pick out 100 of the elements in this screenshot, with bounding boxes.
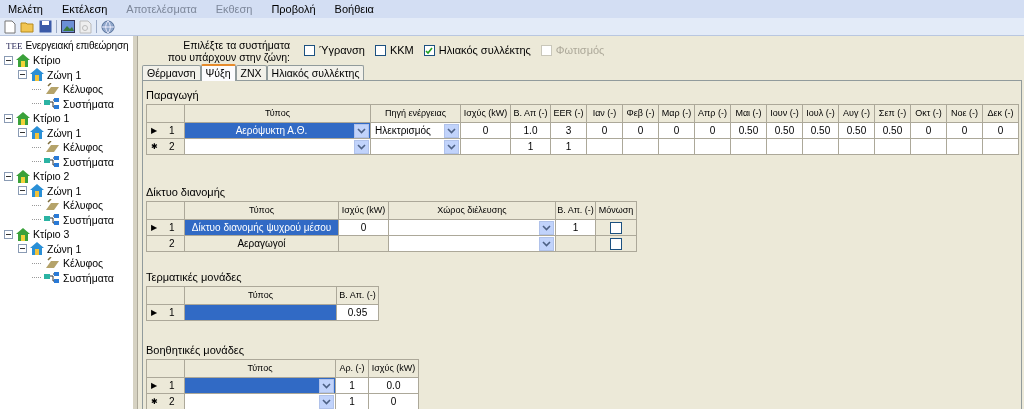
column-header[interactable]: Αρ. (-) [336, 360, 369, 378]
column-header[interactable]: EER (-) [551, 105, 587, 123]
column-header[interactable]: Χώρος διέλευσης [389, 202, 556, 220]
column-header[interactable]: Ιουν (-) [767, 105, 803, 123]
table-cell[interactable]: 0 [623, 123, 659, 139]
tree-item[interactable]: Ζώνη 1 [47, 185, 82, 196]
column-header[interactable]: Τύπος [185, 287, 337, 305]
table-cell[interactable]: 0.50 [803, 123, 839, 139]
table-cell[interactable]: 0.0 [369, 378, 419, 394]
table-cell[interactable]: 0.50 [767, 123, 803, 139]
column-header[interactable]: Ισχύς (kW) [339, 202, 389, 220]
table-cell[interactable]: 1 [556, 220, 596, 236]
table-cell[interactable]: 0.50 [875, 123, 911, 139]
column-header[interactable]: Απρ (-) [695, 105, 731, 123]
collapse-icon[interactable] [4, 229, 13, 239]
tree-item[interactable]: Ζώνη 1 [47, 69, 82, 80]
table-cell[interactable]: Αεραγωγοί [185, 236, 339, 252]
column-header[interactable]: Τύπος [185, 105, 371, 123]
table-cell[interactable]: 0 [339, 220, 389, 236]
dropdown-field[interactable] [371, 139, 461, 155]
table-cell[interactable] [695, 139, 731, 155]
tree-item[interactable]: Κέλυφος [63, 142, 104, 153]
column-header[interactable]: Νοε (-) [947, 105, 983, 123]
table-cell[interactable]: 0.95 [337, 305, 379, 321]
collapse-icon[interactable] [18, 128, 27, 138]
column-header[interactable]: Πηγή ενέργειας [371, 105, 461, 123]
table-cell[interactable] [875, 139, 911, 155]
tree-item[interactable]: Συστήματα [63, 272, 114, 283]
tree-item[interactable]: Κέλυφος [63, 84, 104, 95]
table-cell[interactable] [803, 139, 839, 155]
dropdown-button[interactable] [539, 236, 554, 251]
table-cell[interactable]: 0.50 [731, 123, 767, 139]
table-cell[interactable] [556, 236, 596, 252]
save-icon[interactable] [39, 20, 52, 33]
collapse-icon[interactable] [18, 186, 27, 196]
column-header[interactable]: Τύπος [185, 202, 339, 220]
column-header[interactable]: Σεπ (-) [875, 105, 911, 123]
tree-item[interactable]: Συστήματα [63, 214, 114, 225]
column-header[interactable]: Μόνωση [596, 202, 637, 220]
table-cell[interactable] [731, 139, 767, 155]
table-cell[interactable] [947, 139, 983, 155]
row-header[interactable]: ▶ 1 [147, 220, 185, 236]
tree-item[interactable]: Κτίριο 2 [33, 171, 70, 182]
table-cell[interactable] [767, 139, 803, 155]
row-header[interactable]: ✱ 2 [147, 139, 185, 155]
dropdown-button[interactable] [354, 139, 369, 154]
tab[interactable]: ΖΝΧ [235, 65, 267, 80]
table-cell[interactable]: Δίκτυο διανομής ψυχρού μέσου [185, 220, 339, 236]
column-header[interactable]: Ισχύς (kW) [369, 360, 419, 378]
dropdown-field[interactable] [185, 139, 371, 155]
tab[interactable]: Ψύξη [200, 64, 236, 81]
column-header[interactable]: Τύπος [185, 360, 336, 378]
table-cell[interactable]: 1 [336, 394, 369, 409]
dropdown-field[interactable] [185, 394, 336, 409]
column-header[interactable]: Οκτ (-) [911, 105, 947, 123]
checkbox[interactable] [610, 237, 622, 250]
dropdown-field[interactable]: Ηλεκτρισμός [371, 123, 461, 139]
dropdown-button[interactable] [319, 378, 334, 393]
collapse-icon[interactable] [18, 70, 27, 80]
column-header[interactable]: Ισχύς (kW) [461, 105, 511, 123]
table-cell[interactable]: 0 [983, 123, 1019, 139]
tree-item[interactable]: Συστήματα [63, 98, 114, 109]
checkbox[interactable] [610, 221, 622, 234]
table-cell[interactable]: 0 [947, 123, 983, 139]
column-header[interactable]: Β. Απ. (-) [337, 287, 379, 305]
table-cell[interactable] [339, 236, 389, 252]
row-header[interactable]: 2 [147, 236, 185, 252]
collapse-icon[interactable] [4, 55, 13, 65]
globe-icon[interactable] [101, 19, 115, 34]
checkbox[interactable] [304, 45, 315, 56]
dropdown-field[interactable]: Αερόψυκτη Α.Θ. [185, 123, 371, 139]
dropdown-button[interactable] [354, 123, 369, 138]
dropdown-button[interactable] [444, 139, 459, 154]
row-header[interactable]: ▶ 1 [147, 305, 185, 321]
table-cell[interactable] [461, 139, 511, 155]
table-cell[interactable]: 0.50 [839, 123, 875, 139]
tab[interactable]: Θέρμανση [142, 65, 201, 80]
dropdown-button[interactable] [319, 394, 334, 409]
table-cell[interactable] [911, 139, 947, 155]
dropdown-field[interactable] [389, 220, 556, 236]
table-cell[interactable]: 1 [511, 139, 551, 155]
table-cell[interactable]: 1 [551, 139, 587, 155]
table-cell[interactable] [983, 139, 1019, 155]
table-cell[interactable]: 1.0 [511, 123, 551, 139]
table-cell[interactable]: 3 [551, 123, 587, 139]
dropdown-button[interactable] [444, 123, 459, 138]
table-cell[interactable]: 0 [911, 123, 947, 139]
table-cell[interactable]: 0 [461, 123, 511, 139]
dropdown-field[interactable] [185, 378, 336, 394]
row-header[interactable]: ▶ 1 [147, 123, 185, 139]
column-header[interactable]: Αυγ (-) [839, 105, 875, 123]
row-header[interactable]: ▶ 1 [147, 378, 185, 394]
tree-item[interactable]: Κτίριο 1 [33, 113, 70, 124]
column-header[interactable]: Ιαν (-) [587, 105, 623, 123]
column-header[interactable]: Φεβ (-) [623, 105, 659, 123]
menu-item[interactable]: Βοήθεια [334, 3, 374, 15]
column-header[interactable]: Ιουλ (-) [803, 105, 839, 123]
column-header[interactable]: Μαι (-) [731, 105, 767, 123]
table-cell[interactable] [587, 139, 623, 155]
column-header[interactable]: Δεκ (-) [983, 105, 1019, 123]
